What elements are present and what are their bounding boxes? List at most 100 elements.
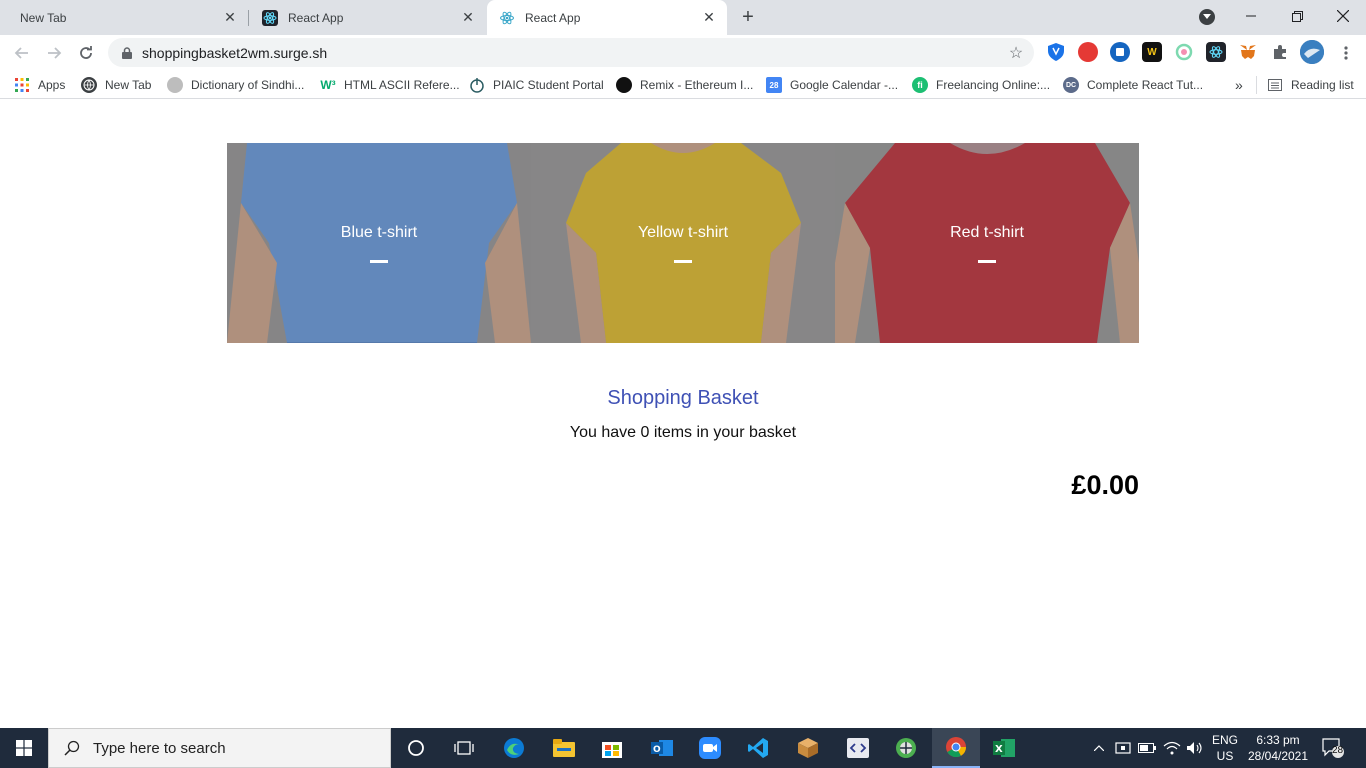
blue-extension-icon[interactable] [1110,42,1130,62]
task-view-icon[interactable] [440,728,488,768]
chevron-up-icon[interactable] [1090,728,1108,768]
excel-icon[interactable]: X [980,728,1028,768]
bookmark-star-icon[interactable]: ☆ [1004,41,1028,65]
product-overlay [531,143,835,343]
reading-list-label: Reading list [1291,78,1354,92]
input-language[interactable]: ENG US [1210,732,1240,764]
apps-grid-icon [14,77,30,93]
more-menu-icon[interactable] [1332,39,1360,67]
reading-list-button[interactable]: Reading list [1256,76,1354,94]
bookmark-label: Remix - Ethereum I... [640,78,754,92]
remix-icon [616,77,632,93]
circle-extension-icon[interactable] [1174,42,1194,62]
tab-react-app-active[interactable]: React App ✕ [487,0,727,35]
windows-start-icon[interactable] [0,728,48,768]
product-name: Yellow t-shirt [637,223,729,241]
product-yellow-tshirt[interactable]: Yellow t-shirt [531,143,835,343]
tab-title: New Tab [20,10,67,25]
product-blue-tshirt[interactable]: Blue t-shirt [227,143,531,343]
basket-item-count: You have 0 items in your basket [569,424,797,441]
edge-icon[interactable] [490,728,538,768]
system-clock[interactable]: 6:33 pm 28/04/2021 [1245,732,1311,764]
bookmarks-overflow-button[interactable]: » [1235,76,1243,94]
bookmark-label: Freelancing Online:... [936,78,1051,92]
profile-avatar[interactable] [1300,40,1324,64]
basket-title: Shopping Basket [607,387,759,409]
product-name: Red t-shirt [950,223,1024,241]
bookmark-google-calendar[interactable]: 28 Google Calendar -... [766,76,898,94]
bookmark-label: HTML ASCII Refere... [344,78,460,92]
product-dash [674,259,692,263]
microsoft-store-icon[interactable] [588,728,636,768]
metamask-icon[interactable] [1238,42,1258,62]
bookmark-react-tutorial[interactable]: DC Complete React Tut... [1063,76,1203,94]
react-icon [262,9,278,26]
bookmark-remix[interactable]: Remix - Ethereum I... [616,76,753,94]
zoom-icon[interactable] [686,728,734,768]
address-bar[interactable]: shoppingbasket2wm.surge.sh ☆ [108,38,1034,67]
package-icon[interactable] [784,728,832,768]
close-icon[interactable]: ✕ [699,8,719,28]
piaic-icon [469,77,485,93]
close-icon[interactable]: ✕ [220,8,240,28]
windows-taskbar: Type here to search O X ENG US 6:33 pm 2… [0,728,1366,768]
red-extension-icon[interactable] [1078,42,1098,62]
w-extension-icon[interactable]: W [1142,42,1162,62]
bookmark-label: PIAIC Student Portal [493,78,604,92]
vscode-icon[interactable] [734,728,782,768]
notification-count: 28 [1332,745,1344,756]
network-app-icon[interactable] [882,728,930,768]
close-icon[interactable]: ✕ [458,8,478,28]
product-list: Blue t-shirt Yellow t-shirt Red t-shirt [227,143,1139,343]
shield-extension-icon[interactable] [1046,42,1066,62]
bookmark-new-tab[interactable]: New Tab [81,76,151,94]
product-red-tshirt[interactable]: Red t-shirt [835,143,1139,343]
tab-new-tab[interactable]: New Tab ✕ [8,0,248,35]
forward-arrow-icon[interactable] [40,39,68,67]
page-content: Blue t-shirt Yellow t-shirt Red t-shirt … [0,100,1366,728]
volume-icon[interactable] [1184,728,1206,768]
bookmarks-bar: Apps New Tab Dictionary of Sindhi... W³ … [0,71,1366,99]
tab-react-app-1[interactable]: React App ✕ [250,0,486,35]
globe-icon [81,77,97,93]
outlook-icon[interactable]: O [638,728,686,768]
wifi-icon[interactable] [1160,728,1184,768]
device-icon[interactable] [1112,728,1134,768]
bookmark-apps[interactable]: Apps [14,76,65,94]
lock-icon[interactable] [120,46,134,60]
notification-center-icon[interactable]: 28 [1320,736,1346,760]
tab-separator [248,10,249,26]
code-editor-icon[interactable] [834,728,882,768]
product-dash [370,259,388,263]
tab-search-icon[interactable] [1199,9,1215,25]
product-overlay [227,143,531,343]
search-placeholder: Type here to search [93,739,226,757]
back-arrow-icon[interactable] [8,39,36,67]
bookmark-label: Google Calendar -... [790,78,899,92]
battery-icon[interactable] [1136,728,1158,768]
svg-text:O: O [653,745,661,755]
bookmark-html-ascii[interactable]: W³ HTML ASCII Refere... [320,76,460,94]
cortana-icon[interactable] [392,728,440,768]
lang-line-2: US [1216,749,1234,763]
bookmark-freelancing[interactable]: fi Freelancing Online:... [912,76,1050,94]
bookmark-dictionary[interactable]: Dictionary of Sindhi... [167,76,304,94]
new-tab-button[interactable]: + [736,5,760,29]
url-text[interactable]: shoppingbasket2wm.surge.sh [142,45,1004,61]
window-close-icon[interactable] [1320,0,1366,32]
taskbar-search[interactable]: Type here to search [48,728,391,768]
react-devtools-icon[interactable] [1206,42,1226,62]
puzzle-extensions-icon[interactable] [1270,42,1290,62]
file-explorer-icon[interactable] [540,728,588,768]
restore-icon[interactable] [1274,0,1320,32]
minimize-icon[interactable] [1228,0,1274,32]
reload-icon[interactable] [72,39,100,67]
basket-total: £0.00 [1071,470,1139,500]
chrome-icon[interactable] [932,728,980,768]
product-name: Blue t-shirt [340,223,418,241]
search-icon [63,739,81,757]
tab-title: React App [525,10,581,25]
w3-icon: W³ [320,78,336,92]
product-overlay [835,143,1139,343]
bookmark-piaic[interactable]: PIAIC Student Portal [469,76,604,94]
